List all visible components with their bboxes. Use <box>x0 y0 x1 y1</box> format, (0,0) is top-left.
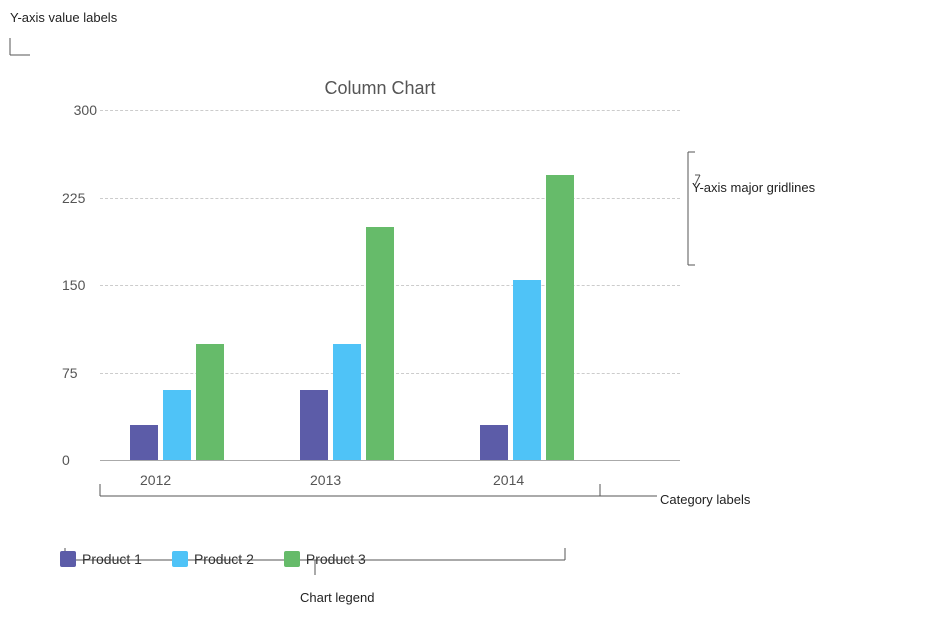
bar-2013-product3 <box>366 227 394 460</box>
legend-item-product2: Product 2 <box>172 551 254 567</box>
legend-swatch-product3 <box>284 551 300 567</box>
bar-2012-product2 <box>163 390 191 460</box>
y-label-75: 75 <box>62 365 78 381</box>
bar-2014-product2 <box>513 280 541 460</box>
y-label-150: 150 <box>62 277 85 293</box>
bar-2014-product1 <box>480 425 508 460</box>
chart-area: 300 225 150 75 0 <box>100 110 680 460</box>
legend-swatch-product1 <box>60 551 76 567</box>
x-label-2013: 2013 <box>310 472 341 488</box>
chart-legend-annotation: Chart legend <box>300 590 374 605</box>
bar-group-2014 <box>480 175 574 460</box>
bar-2014-product3 <box>546 175 574 460</box>
legend-item-product3: Product 3 <box>284 551 366 567</box>
y-label-300: 300 <box>62 102 97 118</box>
page: Y-axis value labels Y-axis major gridlin… <box>0 0 936 622</box>
x-label-2012: 2012 <box>140 472 171 488</box>
yaxis-major-gridlines-annotation: Y-axis major gridlines <box>692 180 815 195</box>
category-labels-annotation: Category labels <box>660 492 750 507</box>
legend-label-product2: Product 2 <box>194 551 254 567</box>
gridline-225 <box>100 198 680 199</box>
bar-group-2013 <box>300 227 394 460</box>
bar-2013-product2 <box>333 344 361 460</box>
bar-2012-product1 <box>130 425 158 460</box>
legend-swatch-product2 <box>172 551 188 567</box>
gridline-300 <box>100 110 680 111</box>
y-label-0: 0 <box>62 452 70 468</box>
legend-item-product1: Product 1 <box>60 551 142 567</box>
bar-group-2012 <box>130 344 224 460</box>
gridline-0 <box>100 460 680 461</box>
chart-legend: Product 1 Product 2 Product 3 <box>60 551 366 567</box>
legend-label-product3: Product 3 <box>306 551 366 567</box>
bar-2013-product1 <box>300 390 328 460</box>
y-label-225: 225 <box>62 190 85 206</box>
legend-label-product1: Product 1 <box>82 551 142 567</box>
bar-2012-product3 <box>196 344 224 460</box>
x-label-2014: 2014 <box>493 472 524 488</box>
chart-title: Column Chart <box>130 78 630 99</box>
yaxis-value-labels-annotation: Y-axis value labels <box>10 10 117 25</box>
